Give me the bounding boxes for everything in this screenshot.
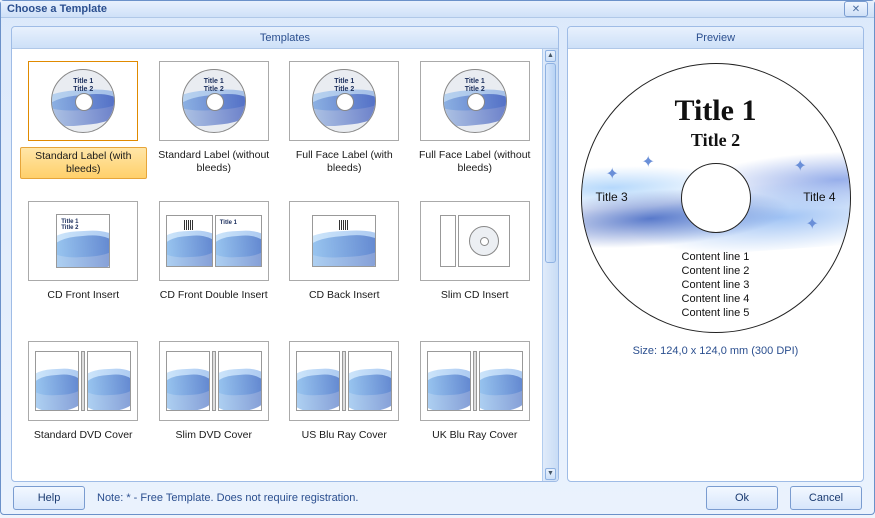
template-label: Standard Label (with bleeds) bbox=[20, 147, 147, 179]
template-thumb: Title 1Title 2 bbox=[289, 61, 399, 141]
scroll-down-button[interactable]: ▼ bbox=[545, 468, 556, 480]
template-item[interactable]: Title 1Title 2 Full Face Label (with blee… bbox=[279, 55, 410, 195]
template-thumb bbox=[420, 341, 530, 421]
dialog: Choose a Template ✕ Templates Title 1Tit… bbox=[0, 0, 875, 515]
templates-panel: Templates Title 1Title 2 Standard Label (… bbox=[11, 26, 559, 482]
templates-grid: Title 1Title 2 Standard Label (with bleed… bbox=[12, 49, 542, 481]
template-thumb bbox=[28, 341, 138, 421]
preview-content-lines: Content line 1Content line 2Content line… bbox=[582, 250, 850, 320]
template-thumb bbox=[159, 341, 269, 421]
template-thumb bbox=[289, 201, 399, 281]
template-label: Slim DVD Cover bbox=[172, 427, 256, 455]
close-button[interactable]: ✕ bbox=[844, 1, 868, 17]
preview-panel: Preview ✦ ✦ ✦ ✦ Title 1 Title 2 Title 3 … bbox=[567, 26, 864, 482]
preview-header: Preview bbox=[568, 27, 863, 49]
template-item[interactable]: Slim DVD Cover bbox=[149, 335, 280, 475]
template-item[interactable]: UK Blu Ray Cover bbox=[410, 335, 541, 475]
template-thumb: Title 1Title 2 bbox=[28, 201, 138, 281]
ok-button[interactable]: Ok bbox=[706, 486, 778, 510]
scrollbar[interactable]: ▲ ▼ bbox=[542, 49, 558, 481]
template-item[interactable]: Title 1Title 2 Standard Label (with bleed… bbox=[18, 55, 149, 195]
template-item[interactable]: Title 1 CD Front Double Insert bbox=[149, 195, 280, 335]
size-info: Size: 124,0 x 124,0 mm (300 DPI) bbox=[633, 345, 799, 357]
template-label: CD Front Insert bbox=[43, 287, 123, 315]
template-thumb: Title 1Title 2 bbox=[159, 61, 269, 141]
template-thumb: Title 1Title 2 bbox=[420, 61, 530, 141]
preview-title-2: Title 2 bbox=[582, 130, 850, 151]
templates-header: Templates bbox=[12, 27, 558, 49]
preview-disc: ✦ ✦ ✦ ✦ Title 1 Title 2 Title 3 Title 4 … bbox=[581, 63, 851, 333]
dialog-title: Choose a Template bbox=[7, 3, 844, 15]
close-icon: ✕ bbox=[852, 4, 860, 15]
template-item[interactable]: Title 1Title 2 Standard Label (without bl… bbox=[149, 55, 280, 195]
preview-body: ✦ ✦ ✦ ✦ Title 1 Title 2 Title 3 Title 4 … bbox=[568, 49, 863, 481]
footer: Help Note: * - Free Template. Does not r… bbox=[1, 486, 874, 518]
template-label: Full Face Label (without bleeds) bbox=[412, 147, 539, 177]
preview-title-3: Title 3 bbox=[596, 190, 628, 204]
template-label: Full Face Label (with bleeds) bbox=[281, 147, 408, 177]
template-label: CD Front Double Insert bbox=[156, 287, 272, 315]
template-thumb bbox=[289, 341, 399, 421]
template-item[interactable]: CD Back Insert bbox=[279, 195, 410, 335]
template-item[interactable]: US Blu Ray Cover bbox=[279, 335, 410, 475]
template-label: US Blu Ray Cover bbox=[298, 427, 391, 455]
scroll-up-button[interactable]: ▲ bbox=[545, 50, 556, 62]
template-thumb: Title 1 bbox=[159, 201, 269, 281]
template-label: UK Blu Ray Cover bbox=[428, 427, 521, 455]
template-item[interactable]: Slim CD Insert bbox=[410, 195, 541, 335]
cancel-button[interactable]: Cancel bbox=[790, 486, 862, 510]
template-item[interactable]: Title 1Title 2 CD Front Insert bbox=[18, 195, 149, 335]
scroll-thumb[interactable] bbox=[545, 63, 556, 263]
template-item[interactable]: Title 1Title 2 Full Face Label (without b… bbox=[410, 55, 541, 195]
template-label: Standard DVD Cover bbox=[30, 427, 137, 455]
template-thumb bbox=[420, 201, 530, 281]
footer-note: Note: * - Free Template. Does not requir… bbox=[97, 492, 358, 504]
titlebar: Choose a Template ✕ bbox=[1, 1, 874, 18]
template-label: Standard Label (without bleeds) bbox=[151, 147, 278, 177]
template-thumb: Title 1Title 2 bbox=[28, 61, 138, 141]
template-label: Slim CD Insert bbox=[437, 287, 513, 315]
preview-title-4: Title 4 bbox=[803, 190, 835, 204]
dialog-body: Templates Title 1Title 2Standard Label (… bbox=[1, 18, 874, 486]
template-label: CD Back Insert bbox=[305, 287, 384, 315]
preview-title-1: Title 1 bbox=[582, 94, 850, 128]
help-button[interactable]: Help bbox=[13, 486, 85, 510]
template-item[interactable]: Standard DVD Cover bbox=[18, 335, 149, 475]
